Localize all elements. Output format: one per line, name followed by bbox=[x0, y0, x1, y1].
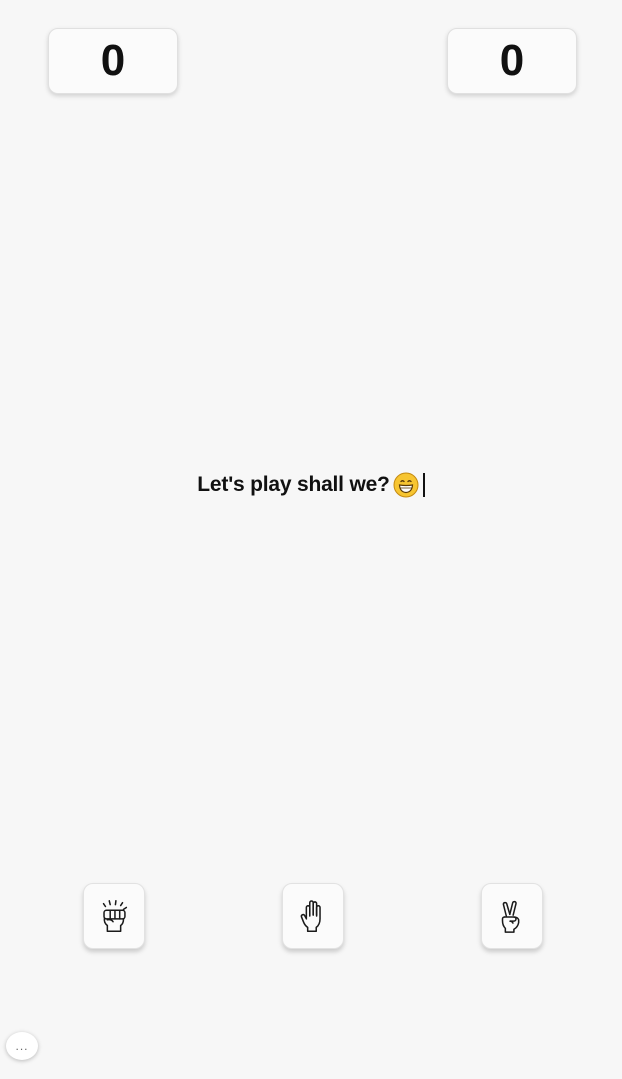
chat-bubble-icon: ... bbox=[15, 1039, 29, 1053]
rock-button[interactable] bbox=[83, 883, 145, 949]
scissors-button[interactable] bbox=[481, 883, 543, 949]
computer-score: 0 bbox=[447, 28, 577, 94]
paper-hand-icon bbox=[300, 900, 321, 932]
text-cursor bbox=[422, 473, 425, 497]
chat-bubble-button[interactable]: ... bbox=[6, 1032, 38, 1060]
rock-fist-icon bbox=[102, 900, 128, 932]
scissors-victory-hand-icon bbox=[501, 900, 520, 933]
game-message: Let's play shall we? bbox=[0, 470, 622, 500]
game-message-text: Let's play shall we? bbox=[197, 473, 390, 496]
grinning-face-icon bbox=[393, 472, 419, 498]
player-score: 0 bbox=[48, 28, 178, 94]
paper-button[interactable] bbox=[282, 883, 344, 949]
